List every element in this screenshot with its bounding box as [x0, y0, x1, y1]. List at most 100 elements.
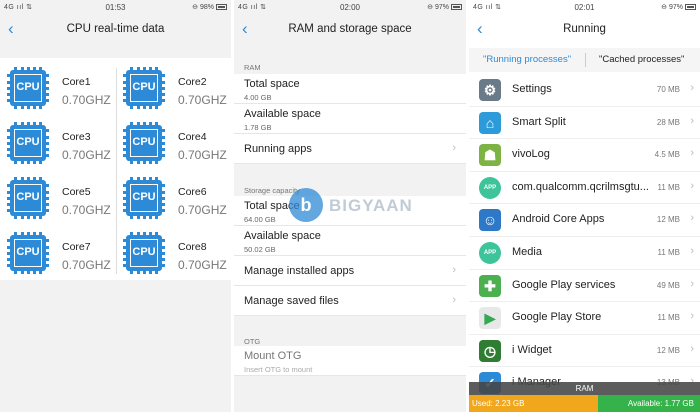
section-label-ram: RAM — [244, 63, 261, 72]
battery-indicator: ⊖ 97% — [661, 3, 696, 11]
running-screen: 4G ııl ⇅ 02:01 ⊖ 97% ‹ Running "Running … — [469, 0, 700, 412]
process-list-item[interactable]: ⌂ Smart Split 28 MB › — [469, 107, 700, 140]
ram-used-segment: Used: 2.23 GB — [469, 395, 598, 412]
ram-available-segment: Available: 1.77 GB — [597, 395, 700, 412]
gear-icon: ⚙ — [479, 79, 501, 101]
clock-icon: ◷ — [479, 339, 501, 362]
puzzle-icon: ✚ — [479, 274, 501, 297]
app-icon: APP — [479, 176, 501, 199]
process-list-item[interactable]: ☗ vivoLog 4.5 MB › — [469, 139, 700, 172]
cpu-chip-icon: CPU — [7, 122, 49, 164]
cpu-core-item: CPU Core8 0.70GHZ — [122, 229, 231, 279]
ram-bar-label: RAM — [469, 382, 700, 395]
chevron-right-icon: › — [690, 212, 694, 225]
process-name: i Widget — [512, 343, 552, 356]
battery-indicator: ⊖ 97% — [427, 3, 462, 11]
ram-usage-bar: RAM Used: 2.23 GB Available: 1.77 GB — [469, 382, 700, 412]
storage-screen: 4G ııl ⇅ 02:00 ⊖ 97% ‹ RAM and storage s… — [234, 0, 466, 412]
process-memory: 11 MB — [657, 313, 680, 323]
storage-available-value: 50.02 GB — [244, 245, 276, 254]
chevron-right-icon: › — [452, 142, 456, 154]
process-memory: 49 MB — [656, 280, 680, 290]
core-frequency: 0.70GHZ — [62, 148, 111, 162]
core-frequency: 0.70GHZ — [62, 203, 111, 217]
cpu-chip-icon: CPU — [123, 232, 165, 274]
page-title: Running — [563, 23, 606, 35]
process-name: Smart Split — [512, 115, 566, 128]
watermark-text: BIGYAAN — [329, 196, 413, 215]
chevron-right-icon: › — [690, 82, 694, 94]
ram-used-label: Used: 2.23 GB — [472, 399, 525, 408]
core-frequency: 0.70GHZ — [178, 93, 227, 107]
ram-available-row: Available space 1.78 GB — [234, 104, 466, 134]
process-list-item[interactable]: ✚ Google Play services 49 MB › — [469, 270, 700, 303]
process-memory: 11 MB — [657, 182, 680, 192]
watermark: b BIGYAAN — [289, 186, 449, 226]
divider — [116, 68, 117, 274]
mount-otg-row[interactable]: Mount OTG Insert OTG to mount — [234, 346, 466, 376]
process-memory: 70 MB — [656, 85, 680, 94]
process-memory: 12 MB — [656, 215, 680, 225]
process-name: Google Play Store — [512, 311, 602, 324]
cpu-chip-icon: CPU — [123, 122, 165, 164]
core-frequency: 0.70GHZ — [62, 93, 111, 107]
status-bar: 4G ııl ⇅ 02:00 ⊖ 97% — [234, 0, 466, 16]
chevron-right-icon: › — [690, 147, 694, 160]
cpu-core-item: CPU Core2 0.70GHZ — [122, 64, 231, 114]
core-name: Core8 — [178, 241, 207, 253]
chevron-right-icon: › — [452, 294, 456, 306]
cpu-core-item: CPU Core6 0.70GHZ — [122, 174, 231, 224]
play-store-icon: ▶ — [479, 307, 501, 330]
core-name: Core1 — [62, 76, 91, 88]
chevron-right-icon: › — [690, 277, 694, 290]
status-bar: 4G ııl ⇅ 01:53 ⊖ 98% — [0, 0, 231, 16]
manage-saved-files-row[interactable]: Manage saved files › — [234, 286, 466, 316]
app-icon: APP — [479, 242, 501, 264]
storage-total-value: 64.00 GB — [244, 215, 276, 224]
divider — [585, 53, 586, 67]
running-apps-row[interactable]: Running apps › — [234, 134, 466, 164]
core-name: Core5 — [62, 186, 91, 198]
chevron-right-icon: › — [452, 264, 456, 276]
nav-bar: ‹ RAM and storage space — [234, 16, 466, 44]
page-title: CPU real-time data — [66, 23, 165, 35]
process-memory: 12 MB — [656, 345, 680, 355]
android-icon: ☗ — [479, 144, 501, 167]
process-memory: 28 MB — [656, 117, 680, 127]
process-tabs: "Running processes" "Cached processes" — [469, 48, 700, 72]
cpu-chip-icon: CPU — [123, 177, 165, 219]
cpu-core-grid: CPU Core1 0.70GHZ CPU Core2 0.70GHZ CPU Core3 0.… — [0, 58, 231, 280]
cpu-screen: 4G ııl ⇅ 01:53 ⊖ 98% ‹ CPU real-time dat… — [0, 0, 231, 412]
running-apps-label: Running apps — [244, 143, 312, 155]
ram-available-label: Available: 1.77 GB — [627, 399, 694, 408]
process-memory: 4.5 MB — [654, 150, 680, 160]
core-name: Core2 — [178, 76, 207, 88]
process-name: Google Play services — [512, 278, 616, 291]
nav-bar: ‹ Running — [469, 16, 700, 44]
core-name: Core4 — [178, 131, 207, 143]
process-list-item[interactable]: ▶ Google Play Store 11 MB › — [469, 302, 700, 335]
process-name: com.qualcomm.qcrilmsgtu... — [512, 180, 649, 193]
process-list-item[interactable]: ⚙ Settings 70 MB › — [469, 74, 700, 107]
person-icon: ☺ — [479, 209, 501, 232]
process-list-item[interactable]: ◷ i Widget 12 MB › — [469, 335, 700, 368]
cpu-chip-icon: CPU — [7, 232, 49, 274]
chevron-right-icon: › — [690, 179, 694, 192]
core-name: Core7 — [62, 241, 91, 253]
battery-indicator: ⊖ 98% — [192, 3, 227, 11]
process-list-item[interactable]: APP com.qualcomm.qcrilmsgtu... 11 MB › — [469, 172, 700, 205]
process-list-item[interactable]: APP Media 11 MB › — [469, 237, 700, 270]
core-frequency: 0.70GHZ — [62, 258, 111, 272]
process-list-item[interactable]: ☺ Android Core Apps 12 MB › — [469, 204, 700, 237]
chevron-right-icon: › — [690, 342, 694, 355]
status-bar: 4G ııl ⇅ 02:01 ⊖ 97% — [469, 0, 700, 16]
tab-cached-processes[interactable]: "Cached processes" — [599, 54, 684, 65]
tab-running-processes[interactable]: "Running processes" — [483, 54, 571, 65]
section-label-otg: OTG — [244, 337, 261, 346]
cpu-chip-icon: CPU — [123, 67, 165, 109]
nav-bar: ‹ CPU real-time data — [0, 16, 231, 44]
cpu-chip-icon: CPU — [7, 177, 49, 219]
manage-installed-apps-row[interactable]: Manage installed apps › — [234, 256, 466, 286]
page-title: RAM and storage space — [288, 23, 412, 35]
process-name: Android Core Apps — [512, 213, 605, 226]
